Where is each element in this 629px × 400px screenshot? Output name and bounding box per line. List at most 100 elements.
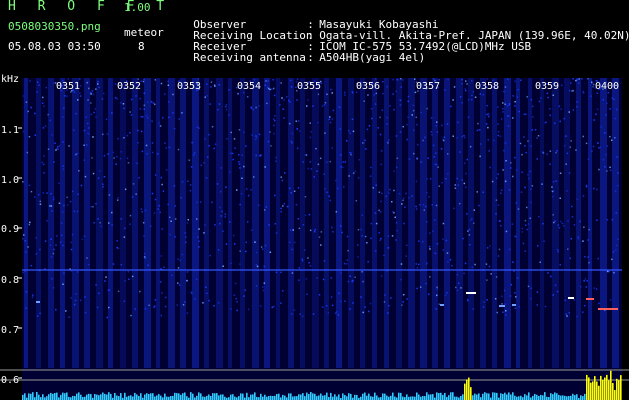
- noise-speck: [208, 133, 210, 136]
- noise-speck: [95, 116, 97, 118]
- noise-speck: [127, 162, 130, 164]
- noise-speck: [90, 93, 92, 95]
- noise-speck: [455, 286, 457, 289]
- noise-speck: [74, 299, 77, 302]
- level-bar: [412, 396, 414, 400]
- noise-speck: [145, 144, 148, 147]
- noise-speck: [274, 194, 276, 197]
- noise-speck: [383, 254, 385, 257]
- noise-speck: [420, 111, 422, 114]
- noise-speck: [442, 139, 445, 142]
- noise-speck: [331, 226, 333, 229]
- noise-speck: [402, 294, 405, 296]
- noise-speck: [575, 79, 577, 82]
- level-bar: [342, 393, 344, 400]
- level-bar: [214, 393, 216, 400]
- noise-speck: [62, 165, 64, 167]
- noise-speck: [158, 205, 160, 207]
- noise-speck: [243, 295, 245, 297]
- noise-speck: [142, 80, 145, 83]
- noise-speck: [144, 209, 147, 212]
- noise-speck: [508, 103, 511, 105]
- noise-speck: [39, 248, 41, 251]
- noise-speck: [575, 149, 577, 151]
- noise-speck: [84, 175, 87, 178]
- noise-speck: [213, 305, 215, 307]
- noise-speck: [527, 223, 530, 225]
- noise-speck: [79, 92, 81, 94]
- noise-speck: [164, 142, 166, 144]
- noise-speck: [154, 103, 156, 106]
- noise-speck: [313, 176, 315, 178]
- noise-speck: [477, 122, 479, 125]
- noise-speck: [291, 272, 294, 274]
- noise-speck: [45, 86, 48, 89]
- noise-speck: [76, 210, 79, 213]
- noise-speck: [95, 202, 97, 205]
- noise-speck: [552, 94, 554, 96]
- noise-speck: [236, 189, 238, 191]
- noise-speck: [273, 87, 275, 90]
- level-bar: [140, 393, 142, 400]
- noise-speck: [370, 237, 372, 240]
- noise-speck: [392, 78, 394, 81]
- level-bar: [132, 396, 134, 400]
- noise-speck: [474, 96, 477, 98]
- noise-speck: [525, 113, 527, 116]
- noise-speck: [116, 98, 118, 100]
- noise-speck: [75, 112, 77, 115]
- noise-speck: [560, 84, 563, 87]
- noise-speck: [361, 214, 363, 216]
- level-bar: [572, 393, 574, 400]
- noise-speck: [494, 298, 497, 300]
- noise-speck: [612, 251, 615, 253]
- noise-speck: [537, 245, 539, 247]
- noise-speck: [225, 243, 228, 245]
- level-bar: [252, 394, 254, 400]
- level-bar: [54, 393, 56, 400]
- noise-speck: [181, 112, 183, 114]
- noise-speck: [598, 302, 600, 305]
- noise-speck: [30, 264, 33, 267]
- noise-speck: [420, 161, 422, 163]
- level-bar: [390, 395, 392, 400]
- noise-speck: [272, 79, 274, 81]
- noise-speck: [520, 191, 523, 193]
- noise-speck: [47, 148, 50, 150]
- noise-speck: [143, 235, 145, 237]
- noise-speck: [351, 118, 354, 121]
- noise-speck: [365, 148, 367, 150]
- level-bar: [500, 393, 502, 400]
- noise-speck: [498, 248, 501, 251]
- noise-speck: [298, 120, 300, 122]
- noise-speck: [79, 78, 81, 80]
- noise-speck: [83, 144, 85, 146]
- noise-speck: [582, 135, 584, 138]
- noise-speck: [584, 256, 586, 258]
- noise-speck: [67, 204, 69, 206]
- level-bar: [558, 394, 560, 400]
- noise-speck: [362, 280, 364, 283]
- noise-speck: [72, 190, 74, 193]
- noise-speck: [174, 218, 177, 220]
- noise-speck: [238, 161, 240, 163]
- level-bar: [308, 394, 310, 400]
- noise-speck: [536, 291, 539, 293]
- noise-speck: [606, 270, 609, 273]
- noise-speck: [426, 221, 428, 223]
- noise-speck: [55, 244, 57, 246]
- noise-speck: [226, 138, 228, 140]
- noise-speck: [472, 308, 475, 310]
- noise-speck: [616, 156, 618, 158]
- noise-stripe: [192, 78, 199, 368]
- noise-speck: [357, 244, 359, 246]
- level-bar: [282, 394, 284, 400]
- noise-speck: [521, 231, 524, 233]
- noise-speck: [232, 158, 234, 161]
- noise-speck: [161, 292, 163, 294]
- noise-speck: [513, 270, 515, 273]
- noise-speck: [571, 216, 574, 218]
- noise-speck: [49, 205, 51, 207]
- noise-speck: [282, 205, 284, 207]
- noise-speck: [530, 188, 532, 190]
